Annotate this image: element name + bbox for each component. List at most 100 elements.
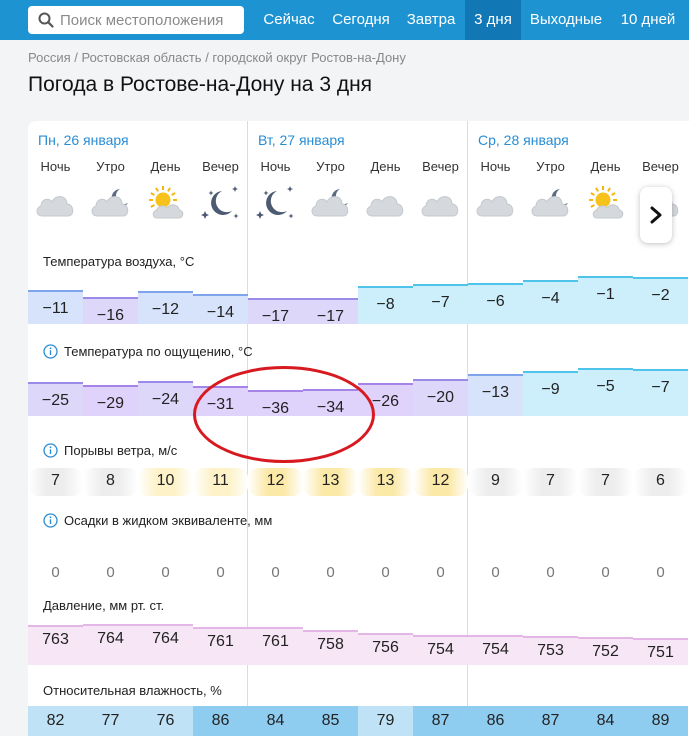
period-label: Вечер (422, 159, 459, 174)
precipitation-label: Осадки в жидком эквиваленте, мм (43, 513, 272, 531)
pressure-value: 754 (427, 641, 454, 658)
tab-10-days[interactable]: 10 дней (611, 0, 685, 40)
temperature-label: Температура воздуха, °C (43, 254, 195, 269)
wind-gust-cell: 7 (523, 468, 578, 496)
temp-value: −6 (486, 293, 505, 310)
pressure-value: 753 (537, 642, 564, 659)
pressure-value: 756 (372, 639, 399, 656)
wind-gust-cell: 7 (28, 468, 83, 496)
location-search[interactable] (28, 6, 244, 34)
breadcrumb[interactable]: Россия / Ростовская область / городской … (28, 50, 406, 65)
temp-value: −31 (206, 396, 235, 413)
info-icon[interactable] (43, 513, 58, 531)
day-label-tue[interactable]: Вт, 27 января (258, 132, 345, 148)
period-label: Ночь (260, 159, 291, 174)
next-days-button[interactable] (640, 187, 672, 243)
sun-cloud-icon (583, 183, 627, 226)
temp-value: −34 (316, 399, 345, 416)
tab-weekend[interactable]: Выходные (521, 0, 611, 40)
wind-gust-cell: 7 (578, 468, 633, 496)
wind-gust-label: Порывы ветра, м/с (43, 443, 177, 461)
humidity-value: 86 (193, 706, 248, 736)
moon-stars-icon (253, 183, 297, 226)
temp-value: −36 (261, 400, 290, 417)
pressure-label: Давление, мм рт. ст. (43, 598, 165, 613)
cloud-icon (363, 183, 407, 226)
day-label-wed[interactable]: Ср, 28 января (478, 132, 569, 148)
pressure-value: 751 (647, 644, 674, 661)
cloud-icon (33, 183, 77, 226)
search-icon (38, 12, 54, 28)
pressure-value: 752 (592, 643, 619, 660)
cloud-moon-icon (308, 183, 352, 226)
wind-gust-value: 13 (376, 472, 395, 489)
search-input[interactable] (60, 9, 238, 31)
period-label: День (370, 159, 401, 174)
humidity-value: 84 (578, 706, 633, 736)
pressure-value: 764 (97, 630, 124, 647)
info-icon[interactable] (43, 344, 58, 362)
tab-3-days[interactable]: 3 дня (465, 0, 521, 40)
humidity-value: 82 (28, 706, 83, 736)
wind-gust-value: 7 (51, 472, 60, 489)
temp-value: −12 (151, 301, 180, 318)
wind-gust-cell: 12 (248, 468, 303, 496)
wind-gust-value: 12 (266, 472, 285, 489)
tab-now[interactable]: Сейчас (254, 0, 324, 40)
temp-value: −13 (481, 384, 510, 401)
pressure-value: 763 (42, 631, 69, 648)
sun-cloud-icon (143, 183, 187, 226)
wind-gust-cell: 8 (83, 468, 138, 496)
day-label-mon[interactable]: Пн, 26 января (38, 132, 129, 148)
precipitation-value: 0 (601, 564, 610, 581)
precipitation-value: 0 (546, 564, 555, 581)
wind-gust-cell: 12 (413, 468, 468, 496)
wind-gust-cell: 10 (138, 468, 193, 496)
period-label: Вечер (642, 159, 679, 174)
precipitation-value: 0 (491, 564, 500, 581)
wind-gust-cell: 13 (358, 468, 413, 496)
temp-value: −17 (261, 308, 290, 325)
humidity-value: 86 (468, 706, 523, 736)
period-label: Ночь (40, 159, 71, 174)
wind-gust-value: 6 (656, 472, 665, 489)
period-label: Утро (96, 159, 125, 174)
temp-value: −4 (541, 290, 560, 307)
pressure-value: 761 (262, 633, 289, 650)
temp-value: −29 (96, 395, 125, 412)
tab-today[interactable]: Сегодня (324, 0, 398, 40)
wind-gust-value: 10 (156, 472, 175, 489)
humidity-value: 87 (523, 706, 578, 736)
wind-gust-value: 12 (431, 472, 450, 489)
precipitation-value: 0 (51, 564, 60, 581)
wind-gust-cell: 9 (468, 468, 523, 496)
tab-tomorrow[interactable]: Завтра (398, 0, 464, 40)
pressure-value: 754 (482, 641, 509, 658)
wind-gust-cell: 13 (303, 468, 358, 496)
temp-value: −24 (151, 391, 180, 408)
cloud-icon (418, 183, 462, 226)
precipitation-value: 0 (106, 564, 115, 581)
period-label: Утро (536, 159, 565, 174)
pressure-value: 761 (207, 633, 234, 650)
precipitation-value: 0 (271, 564, 280, 581)
humidity-label: Относительная влажность, % (43, 683, 222, 698)
humidity-value: 85 (303, 706, 358, 736)
info-icon[interactable] (43, 443, 58, 461)
temp-value: −7 (651, 379, 670, 396)
humidity-value: 77 (83, 706, 138, 736)
feels-like-label: Температура по ощущению, °C (43, 344, 253, 362)
humidity-value: 79 (358, 706, 413, 736)
temp-value: −26 (371, 393, 400, 410)
temp-value: −20 (426, 389, 455, 406)
wind-gust-value: 7 (546, 472, 555, 489)
moon-stars-icon (198, 183, 242, 226)
temp-value: −14 (206, 304, 235, 321)
period-label: Ночь (480, 159, 511, 174)
precipitation-value: 0 (381, 564, 390, 581)
wind-gust-value: 11 (212, 472, 229, 489)
humidity-value: 87 (413, 706, 468, 736)
wind-gust-cell: 11 (193, 468, 248, 496)
cloud-moon-icon (88, 183, 132, 226)
pressure-value: 764 (152, 630, 179, 647)
